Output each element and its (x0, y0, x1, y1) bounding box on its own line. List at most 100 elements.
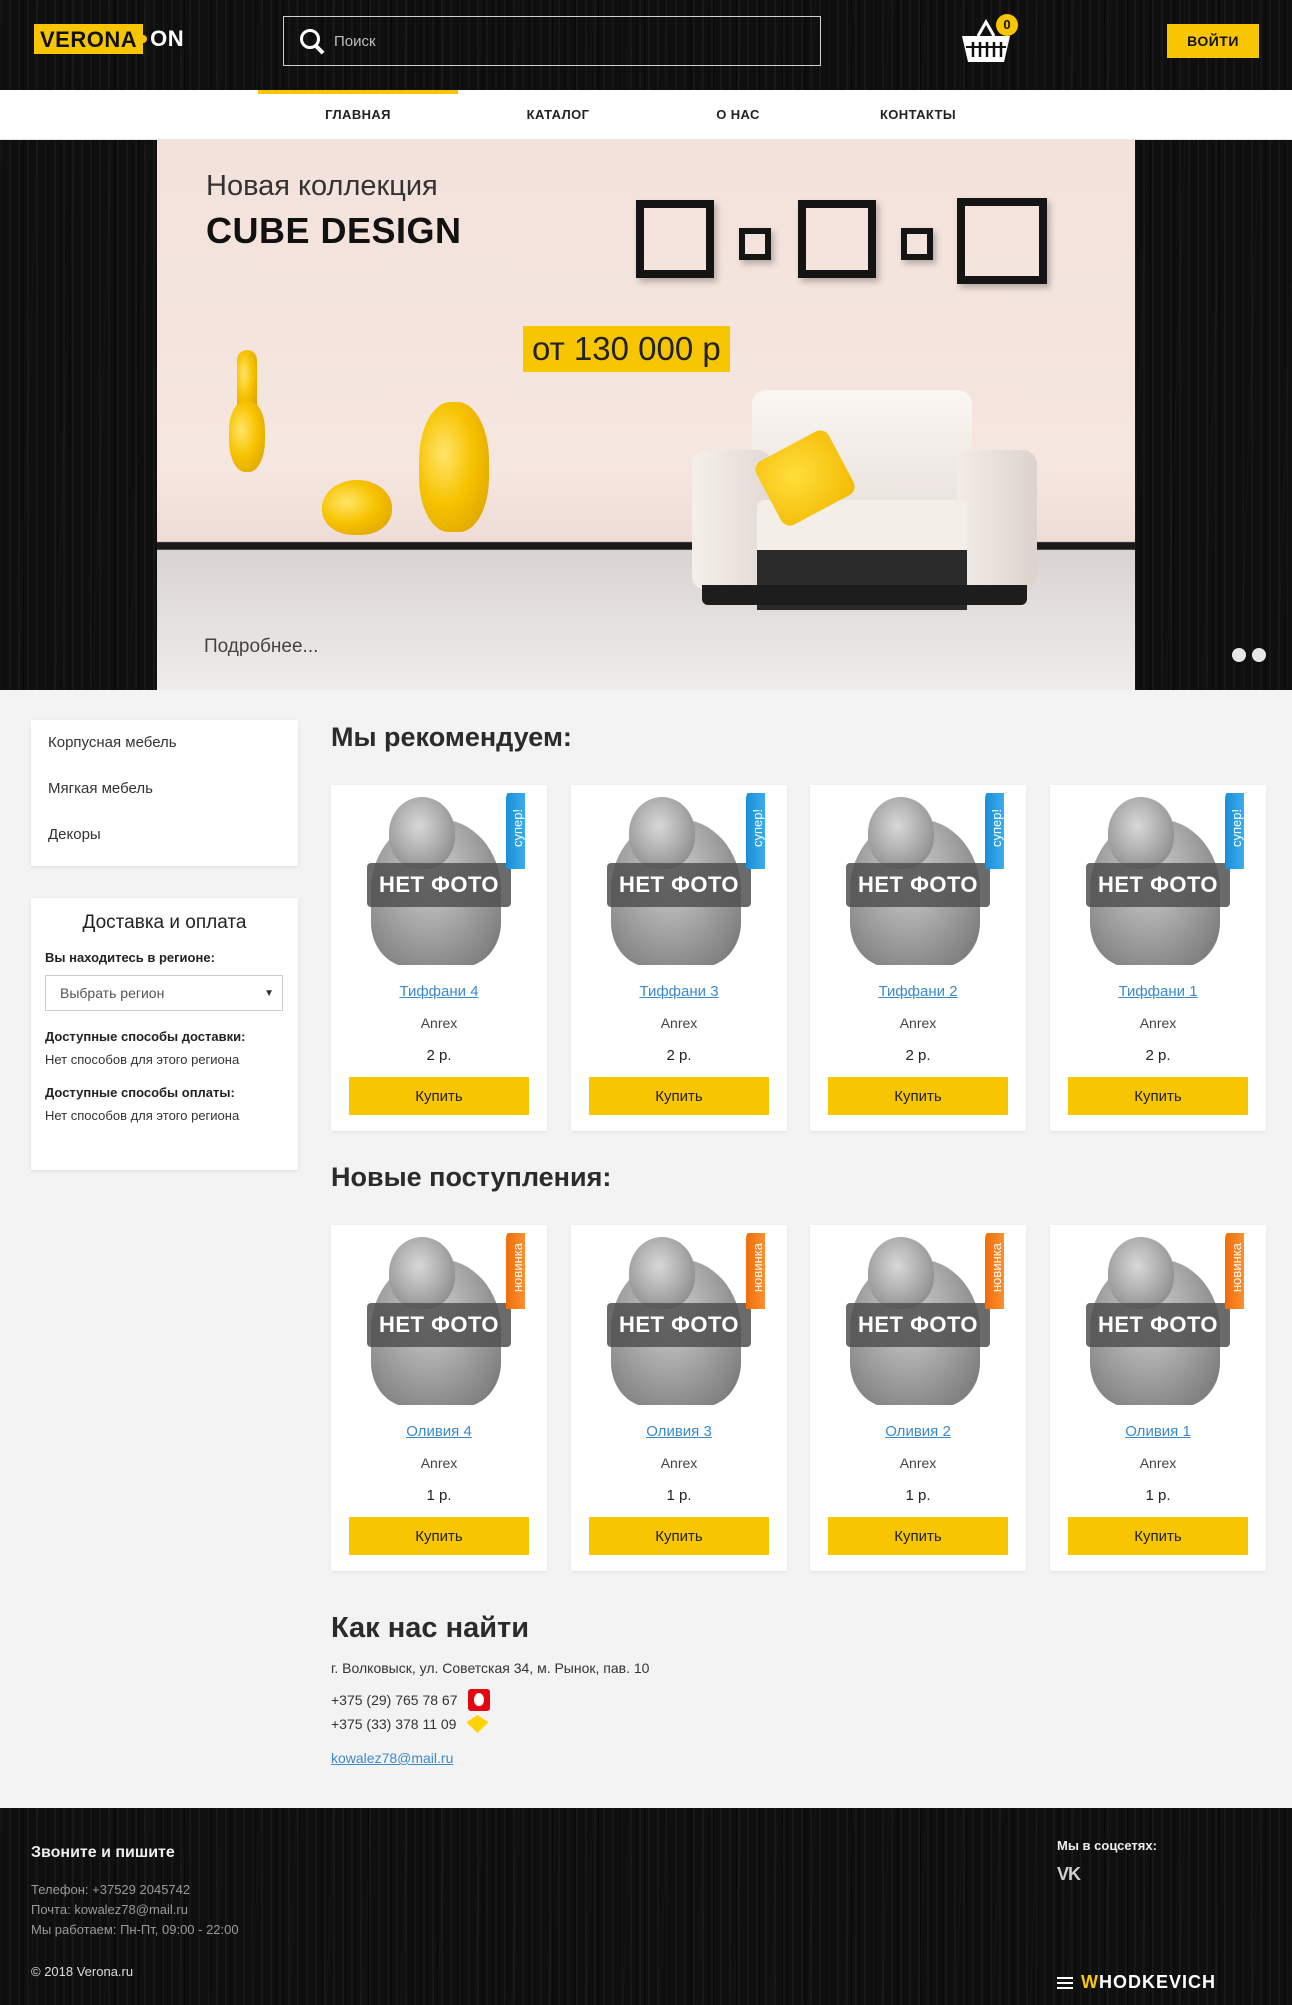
region-label: Вы находитесь в регионе: (45, 950, 215, 965)
product-price: 1 р. (905, 1487, 931, 1504)
placeholder-seal-head (389, 1237, 455, 1309)
product-badge: супер! (1225, 793, 1244, 869)
placeholder-seal-head (629, 1237, 695, 1309)
category-item[interactable]: Корпусная мебель (31, 732, 298, 778)
login-button[interactable]: ВОЙТИ (1167, 24, 1259, 58)
product-card[interactable]: НЕТ ФОТО новинка Оливия 1 Anrex 1 р. Купить (1050, 1225, 1266, 1571)
product-badge: супер! (746, 793, 765, 869)
product-name-link[interactable]: Тиффани 4 (331, 983, 547, 1000)
cart-count-badge: 0 (996, 14, 1018, 36)
hero-more-link[interactable]: Подробнее... (204, 636, 318, 658)
nav-item-catalog[interactable]: КАТАЛОГ (458, 90, 658, 140)
search-input[interactable] (334, 32, 794, 50)
product-photo[interactable]: НЕТ ФОТО новинка (593, 1233, 765, 1405)
no-photo-label: НЕТ ФОТО (1086, 1303, 1230, 1347)
delivery-title: Доставка и оплата (82, 912, 247, 933)
buy-button[interactable]: Купить (589, 1077, 769, 1115)
vase-medium (419, 402, 489, 532)
buy-button[interactable]: Купить (828, 1517, 1008, 1555)
buy-button[interactable]: Купить (349, 1517, 529, 1555)
buy-button[interactable]: Купить (1068, 1077, 1248, 1115)
phone-life[interactable]: +375 (33) 378 11 09 (331, 1712, 649, 1736)
buy-button[interactable]: Купить (349, 1077, 529, 1115)
product-photo[interactable]: НЕТ ФОТО супер! (353, 793, 525, 965)
contacts-heading: Как нас найти (331, 1612, 530, 1644)
product-name-link[interactable]: Оливия 2 (810, 1423, 1026, 1440)
product-name-link[interactable]: Оливия 1 (1050, 1423, 1266, 1440)
product-badge: новинка (746, 1233, 765, 1309)
product-card[interactable]: НЕТ ФОТО новинка Оливия 3 Anrex 1 р. Купить (571, 1225, 787, 1571)
product-photo[interactable]: НЕТ ФОТО новинка (832, 1233, 1004, 1405)
product-photo[interactable]: НЕТ ФОТО супер! (593, 793, 765, 965)
slider-dot-2[interactable] (1252, 648, 1266, 662)
decor-cube-large (957, 198, 1047, 284)
product-brand: Anrex (899, 1455, 937, 1471)
vk-icon[interactable]: VK (1057, 1864, 1081, 1885)
product-name-link[interactable]: Оливия 4 (331, 1423, 547, 1440)
footer-phone: Телефон: +37529 2045742 (31, 1882, 191, 1897)
hero-slide[interactable]: Новая коллекция CUBE DESIGN от 130 000 р… (157, 140, 1135, 690)
no-photo-label: НЕТ ФОТО (846, 1303, 990, 1347)
product-photo[interactable]: НЕТ ФОТО новинка (1072, 1233, 1244, 1405)
product-card[interactable]: НЕТ ФОТО супер! Тиффани 4 Anrex 2 р. Купить (331, 785, 547, 1131)
category-item[interactable]: Декоры (31, 824, 298, 870)
product-brand: Anrex (420, 1455, 458, 1471)
search-icon[interactable] (298, 27, 326, 55)
vase-tall-body (229, 402, 265, 472)
site-footer: Звоните и пишите Телефон: +37529 2045742… (0, 1808, 1292, 2005)
nav-item-about[interactable]: О НАС (658, 90, 818, 140)
product-photo[interactable]: НЕТ ФОТО супер! (1072, 793, 1244, 965)
footer-title: Звоните и пишите (31, 1844, 175, 1861)
decor-cube-large (798, 200, 876, 278)
product-badge: супер! (506, 793, 525, 869)
hero-price: от 130 000 р (523, 326, 730, 372)
armchair (692, 390, 1037, 630)
buy-button[interactable]: Купить (828, 1077, 1008, 1115)
footer-copyright: © 2018 Verona.ru (31, 1964, 134, 1979)
new-arrivals-heading: Новые поступления: (331, 1162, 612, 1192)
product-badge: новинка (985, 1233, 1004, 1309)
product-card[interactable]: НЕТ ФОТО супер! Тиффани 1 Anrex 2 р. Купить (1050, 785, 1266, 1131)
product-photo[interactable]: НЕТ ФОТО супер! (832, 793, 1004, 965)
search-box[interactable] (283, 16, 821, 66)
product-price: 2 р. (905, 1047, 931, 1064)
placeholder-seal-head (1108, 1237, 1174, 1309)
hero-title: CUBE DESIGN (206, 210, 462, 251)
nav-item-contacts[interactable]: КОНТАКТЫ (818, 90, 1018, 140)
nav-item-home[interactable]: ГЛАВНАЯ (258, 90, 458, 140)
product-name-link[interactable]: Тиффани 3 (571, 983, 787, 1000)
product-name-link[interactable]: Тиффани 1 (1050, 983, 1266, 1000)
product-card[interactable]: НЕТ ФОТО супер! Тиффани 2 Anrex 2 р. Купить (810, 785, 1026, 1131)
category-item[interactable]: Мягкая мебель (31, 778, 298, 824)
no-photo-label: НЕТ ФОТО (1086, 863, 1230, 907)
product-price: 2 р. (1145, 1047, 1171, 1064)
region-select[interactable]: Выбрать регион ▼ (45, 975, 283, 1011)
category-menu: Корпусная мебель Мягкая мебель Декоры (31, 720, 298, 866)
site-header: VERONA ON 0 ВОЙТИ (0, 0, 1292, 90)
vase-tall (237, 350, 257, 410)
placeholder-seal-head (389, 797, 455, 869)
product-card[interactable]: НЕТ ФОТО новинка Оливия 2 Anrex 1 р. Купить (810, 1225, 1026, 1571)
product-card[interactable]: НЕТ ФОТО супер! Тиффани 3 Anrex 2 р. Купить (571, 785, 787, 1131)
slider-dot-1[interactable] (1232, 648, 1246, 662)
recommended-heading: Мы рекомендуем: (331, 722, 572, 752)
site-logo[interactable]: VERONA ON (34, 24, 184, 54)
delivery-widget: Доставка и оплата Вы находитесь в регион… (31, 898, 298, 1170)
product-card[interactable]: НЕТ ФОТО новинка Оливия 4 Anrex 1 р. Купить (331, 1225, 547, 1571)
developer-logo[interactable]: W HODKEVICH (1057, 1972, 1216, 1993)
cart-button[interactable]: 0 (958, 14, 1018, 70)
footer-mail: Почта: kowalez78@mail.ru (31, 1902, 188, 1917)
product-photo[interactable]: НЕТ ФОТО новинка (353, 1233, 525, 1405)
contact-email-link[interactable]: kowalez78@mail.ru (331, 1750, 453, 1766)
product-badge: новинка (506, 1233, 525, 1309)
buy-button[interactable]: Купить (589, 1517, 769, 1555)
buy-button[interactable]: Купить (1068, 1517, 1248, 1555)
product-name-link[interactable]: Оливия 3 (571, 1423, 787, 1440)
product-brand: Anrex (420, 1015, 458, 1031)
no-photo-label: НЕТ ФОТО (607, 1303, 751, 1347)
product-brand: Anrex (1139, 1015, 1177, 1031)
placeholder-seal-head (868, 1237, 934, 1309)
decor-cube-large (636, 200, 714, 278)
product-name-link[interactable]: Тиффани 2 (810, 983, 1026, 1000)
phone-mts[interactable]: +375 (29) 765 78 67 (331, 1688, 649, 1712)
